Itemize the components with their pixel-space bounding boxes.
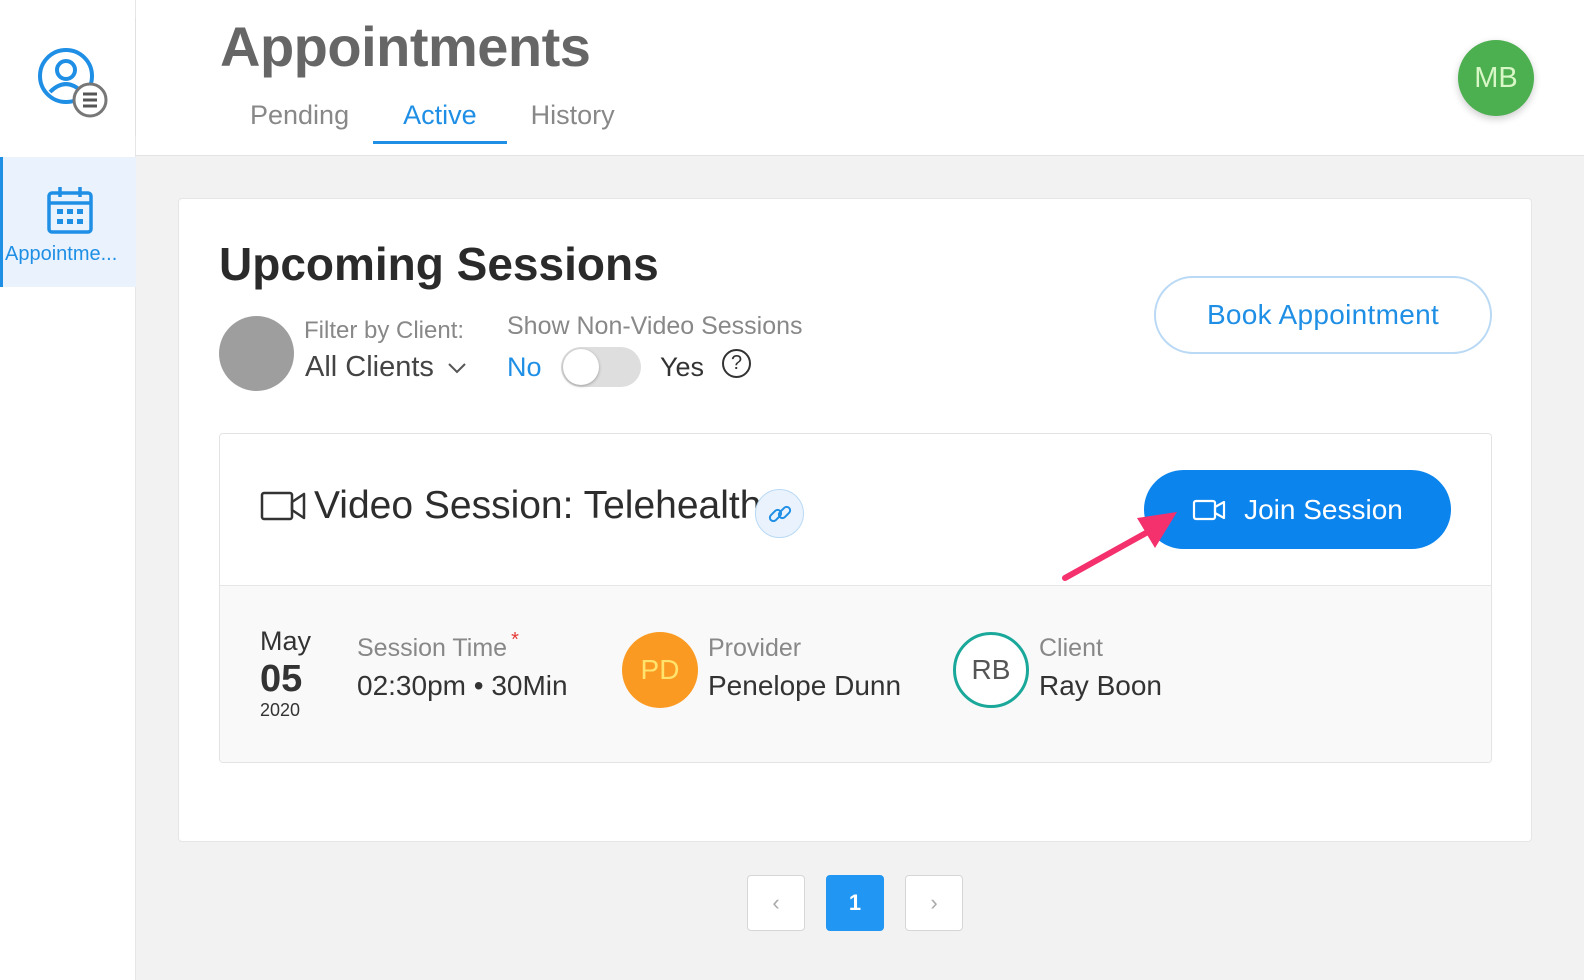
toggle-no-label: No xyxy=(507,352,542,382)
pagination-page-1[interactable]: 1 xyxy=(826,875,884,931)
client-filter-avatar xyxy=(219,316,294,391)
client-name: Ray Boon xyxy=(1039,670,1162,701)
book-appointment-button[interactable]: Book Appointment xyxy=(1154,276,1492,354)
provider-avatar: PD xyxy=(622,632,698,708)
filter-label: Filter by Client: xyxy=(304,317,465,344)
session-card: Video Session: Telehealth Join Session M… xyxy=(219,433,1492,763)
session-title: Video Session: Telehealth xyxy=(314,484,762,527)
client-filter-dropdown[interactable]: All Clients xyxy=(305,351,468,384)
sidebar-item-appointments[interactable]: Appointme... xyxy=(0,157,136,287)
upcoming-sessions-card: Upcoming Sessions Filter by Client: All … xyxy=(178,198,1532,842)
video-camera-icon xyxy=(260,491,306,521)
non-video-sessions-toggle[interactable] xyxy=(561,347,641,387)
left-rail: Appointme... xyxy=(0,0,136,980)
tab-pending[interactable]: Pending xyxy=(226,96,373,144)
client-label: Client xyxy=(1039,634,1103,662)
tab-history[interactable]: History xyxy=(507,96,639,144)
pagination-next-button[interactable]: › xyxy=(905,875,963,931)
chevron-down-icon xyxy=(448,362,466,373)
client-filter-value: All Clients xyxy=(305,351,434,383)
help-icon[interactable]: ? xyxy=(722,349,751,378)
pagination-prev-button[interactable]: ‹ xyxy=(747,875,805,931)
sidebar-item-label: Appointme... xyxy=(5,243,118,265)
required-marker: * xyxy=(511,629,519,651)
video-camera-icon xyxy=(1193,499,1226,520)
session-date-day: 05 xyxy=(260,658,303,700)
copy-link-button[interactable] xyxy=(755,489,804,538)
page-header: Appointments Pending Active History MB xyxy=(136,0,1584,156)
provider-name: Penelope Dunn xyxy=(708,670,902,701)
user-menu-icon[interactable] xyxy=(36,46,110,120)
session-date-month: May xyxy=(260,626,312,656)
page-title: Appointments xyxy=(220,15,591,78)
join-session-button[interactable]: Join Session xyxy=(1144,470,1451,549)
session-time-value: 02:30pm • 30Min xyxy=(357,670,568,701)
calendar-icon xyxy=(46,185,94,235)
tab-active[interactable]: Active xyxy=(373,96,507,144)
session-time-label: Session Time * xyxy=(357,629,519,662)
tab-bar: Pending Active History xyxy=(226,96,639,156)
session-details: May 05 2020 Session Time * 02:30pm • 30Mi… xyxy=(220,586,1491,762)
session-date-year: 2020 xyxy=(260,700,301,720)
link-icon xyxy=(768,505,791,522)
non-video-toggle-label: Show Non-Video Sessions xyxy=(507,312,803,340)
client-avatar: RB xyxy=(953,632,1029,708)
session-header: Video Session: Telehealth Join Session xyxy=(220,434,1491,586)
toggle-knob xyxy=(563,349,599,385)
section-title: Upcoming Sessions xyxy=(219,238,659,290)
provider-label: Provider xyxy=(708,634,802,662)
join-session-label: Join Session xyxy=(1244,493,1403,525)
user-avatar[interactable]: MB xyxy=(1458,40,1534,116)
toggle-yes-label: Yes xyxy=(660,352,705,382)
